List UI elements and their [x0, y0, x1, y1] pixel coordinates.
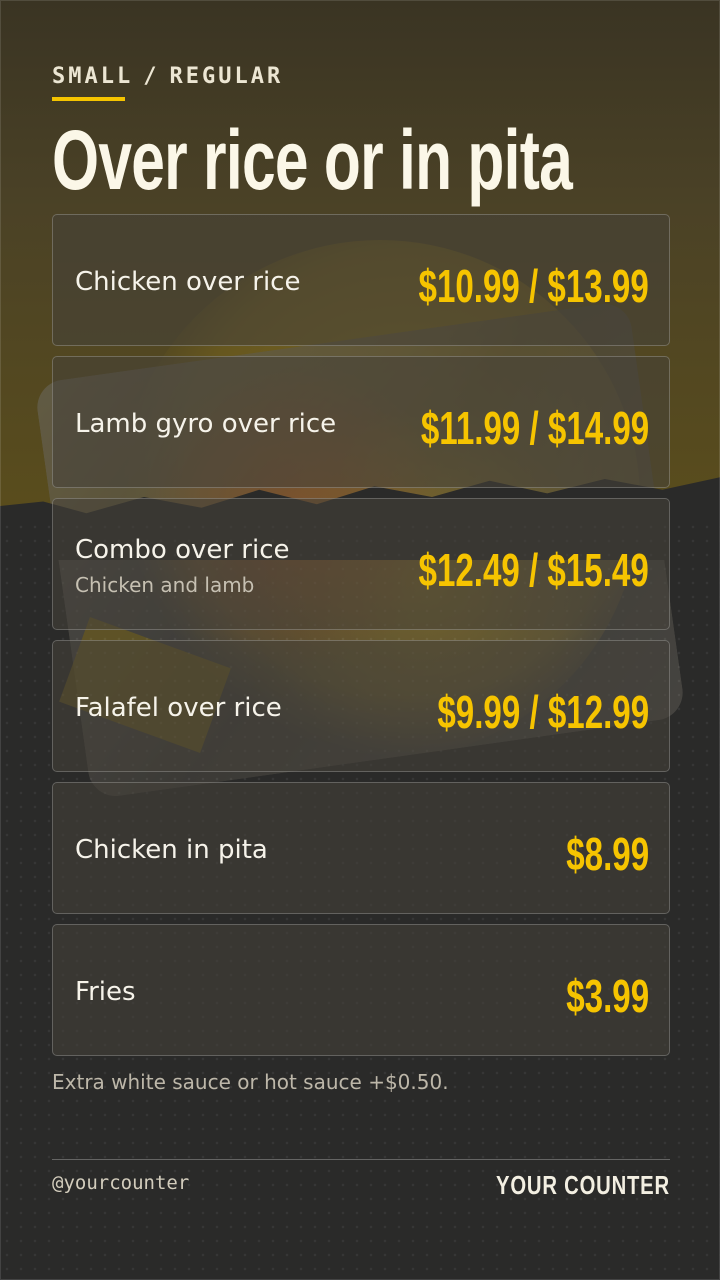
menu-item-lamb-gyro-over-rice[interactable]: Lamb gyro over rice $11.99 / $14.99 [52, 356, 670, 488]
footer-divider [52, 1159, 670, 1160]
size-small-label: SMALL [52, 64, 134, 89]
menu-item-chicken-over-rice[interactable]: Chicken over rice $10.99 / $13.99 [52, 214, 670, 346]
menu-item-name: Falafel over rice [75, 693, 282, 723]
sauce-note: Extra white sauce or hot sauce +$0.50. [52, 1070, 449, 1094]
menu-item-name: Lamb gyro over rice [75, 409, 337, 439]
menu-item-name: Fries [75, 977, 136, 1007]
social-handle: @yourcounter [52, 1172, 190, 1194]
menu-item-falafel-over-rice[interactable]: Falafel over rice $9.99 / $12.99 [52, 640, 670, 772]
menu-item-name: Chicken in pita [75, 835, 268, 865]
menu-item-price: $12.49 / $15.49 [418, 544, 649, 596]
kicker-underline [52, 97, 125, 101]
menu-item-price: $10.99 / $13.99 [418, 260, 649, 312]
menu-screen: SMALL / REGULAR Over rice or in pita Chick… [0, 0, 720, 1280]
menu-item-price: $11.99 / $14.99 [420, 402, 649, 454]
size-labels: SMALL / REGULAR [52, 64, 283, 89]
menu-item-name: Combo over rice [75, 535, 290, 565]
menu-item-price: $3.99 [566, 970, 649, 1022]
menu-item-chicken-in-pita[interactable]: Chicken in pita $8.99 [52, 782, 670, 914]
menu-item-price: $8.99 [566, 828, 649, 880]
page-title: Over rice or in pita [52, 113, 573, 207]
menu-item-name: Chicken over rice [75, 267, 301, 297]
size-separator: / [143, 64, 160, 89]
menu-item-price: $9.99 / $12.99 [437, 686, 649, 738]
menu-item-description: Chicken and lamb [75, 573, 255, 597]
menu-list: Chicken over rice $10.99 / $13.99 Lamb g… [52, 214, 670, 1066]
size-regular-label: REGULAR [169, 64, 284, 89]
menu-item-combo-over-rice[interactable]: Combo over rice Chicken and lamb $12.49 … [52, 498, 670, 630]
menu-item-fries[interactable]: Fries $3.99 [52, 924, 670, 1056]
brand-name: YOUR COUNTER [496, 1170, 670, 1200]
